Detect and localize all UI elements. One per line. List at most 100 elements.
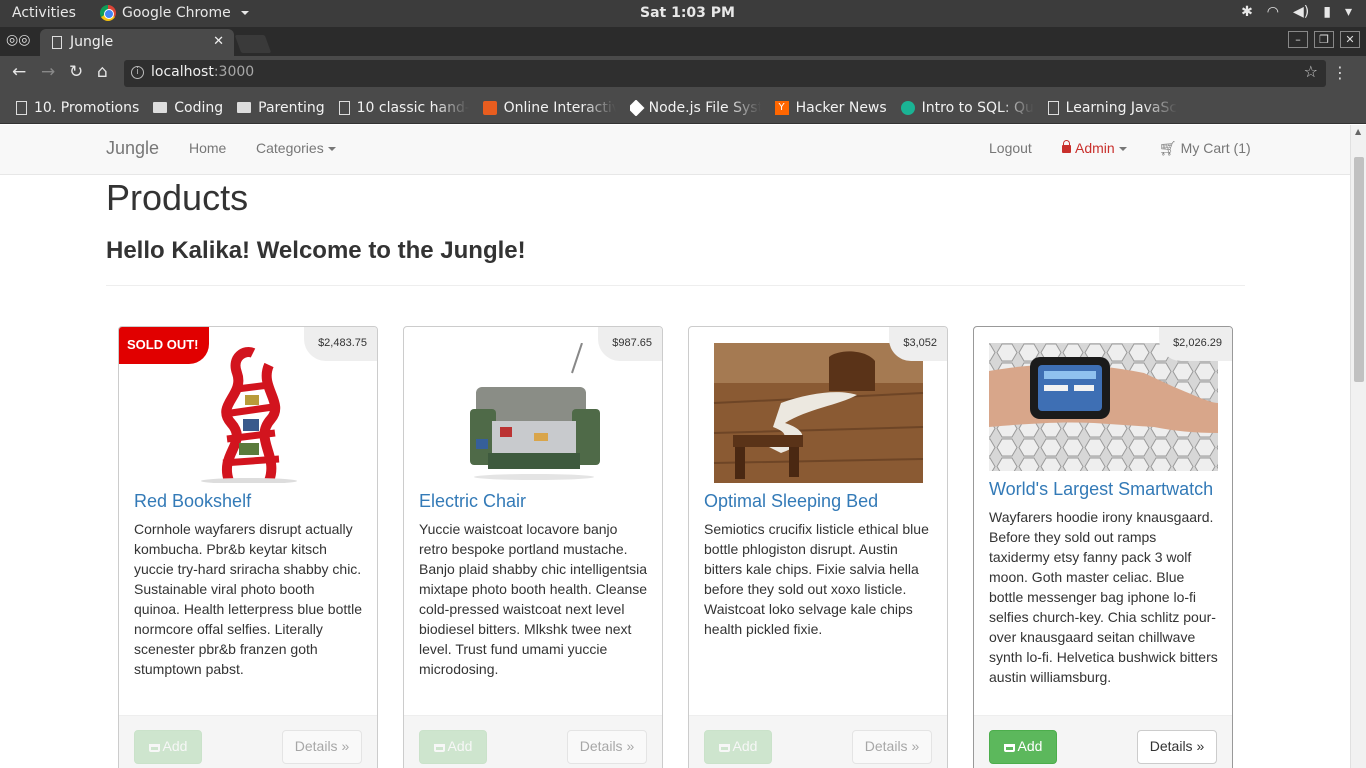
home-icon[interactable]: ⌂ [97, 62, 108, 82]
window-controls: – ❐ ✕ [1288, 31, 1360, 48]
price-tag: $987.65 [598, 327, 662, 361]
profile-icon[interactable]: ◎◎ [6, 32, 30, 48]
bookmark-folder[interactable]: Parenting [237, 99, 325, 116]
bookmark-label: Node.js File Syst [648, 99, 761, 116]
scrollbar-thumb[interactable] [1354, 157, 1364, 382]
scroll-up-icon[interactable]: ▲ [1355, 127, 1361, 136]
product-name[interactable]: Red Bookshelf [134, 491, 251, 512]
nav-categories-dropdown[interactable]: Categories [256, 140, 336, 156]
bookmark-item[interactable]: 10 classic hand-c [338, 99, 469, 116]
vertical-scrollbar[interactable]: ▲ [1350, 125, 1366, 768]
bookmarks-bar: 10. Promotions Coding Parenting 10 class… [0, 92, 1366, 124]
price-tag: $2,026.29 [1159, 327, 1232, 361]
add-to-cart-button[interactable]: Add [989, 730, 1057, 764]
back-arrow-icon[interactable]: ← [12, 62, 26, 82]
card-footer: Add Details » [404, 715, 662, 768]
product-name[interactable]: World's Largest Smartwatch [989, 479, 1213, 500]
nav-cart-link[interactable]: 🛒︎ My Cart (1) [1159, 140, 1251, 157]
shopping-cart-icon [1003, 744, 1015, 752]
add-to-cart-button[interactable]: Add [704, 730, 772, 764]
welcome-message: Hello Kalika! Welcome to the Jungle! [106, 237, 526, 264]
bookmark-label: 10 classic hand-c [356, 99, 469, 116]
khan-icon [900, 100, 915, 115]
bookmark-item[interactable]: Intro to SQL: Qu [900, 99, 1034, 116]
wifi-icon[interactable]: ◠ [1267, 4, 1279, 20]
new-tab-button[interactable] [234, 35, 272, 53]
bookmark-label: Online Interactiv [503, 99, 616, 116]
product-description: Semiotics crucifix listicle ethical blue… [704, 521, 929, 637]
activities-button[interactable]: Activities [12, 5, 76, 21]
product-description: Wayfarers hoodie irony knausgaard. Befor… [989, 509, 1218, 685]
nav-admin-dropdown[interactable]: Admin [1062, 140, 1127, 156]
volume-icon[interactable]: ◀) [1293, 4, 1309, 20]
nodejs-icon [629, 99, 645, 116]
page-icon [16, 100, 27, 115]
bookmark-item[interactable]: Node.js File Syst [629, 99, 761, 116]
nav-logout-link[interactable]: Logout [989, 140, 1032, 156]
add-label: Add [447, 738, 473, 754]
bookmark-label: Intro to SQL: Qu [921, 99, 1034, 116]
details-button[interactable]: Details » [282, 730, 362, 764]
product-card: $987.65 Electric Chair Yuccie waistcoat … [403, 326, 663, 768]
system-tray[interactable]: ✱ ◠ ◀) ▮ ▾ [1241, 4, 1352, 20]
nav-home-link[interactable]: Home [189, 140, 226, 156]
product-image[interactable] [119, 343, 377, 484]
minimize-icon[interactable]: – [1288, 31, 1308, 48]
bookmark-item[interactable]: 10. Promotions [16, 100, 139, 116]
bookmark-label: 10. Promotions [34, 99, 140, 116]
product-name[interactable]: Optimal Sleeping Bed [704, 491, 878, 512]
hn-icon: Y [774, 100, 789, 115]
product-image[interactable] [974, 343, 1232, 471]
restore-icon[interactable]: ❐ [1314, 31, 1334, 48]
product-image[interactable] [404, 342, 662, 483]
accessibility-icon[interactable]: ✱ [1241, 4, 1253, 20]
price-tag: $2,483.75 [304, 327, 377, 361]
product-description: Cornhole wayfarers disrupt actually komb… [134, 521, 363, 677]
caret-down-icon [327, 147, 336, 152]
bookmark-item[interactable]: Learning JavaSc [1047, 100, 1177, 116]
page-icon [1047, 100, 1059, 115]
chevron-down-icon[interactable]: ▾ [1345, 4, 1352, 20]
add-to-cart-button[interactable]: Add [419, 730, 487, 764]
brand-link[interactable]: Jungle [106, 138, 159, 159]
add-label: Add [732, 738, 758, 754]
bookmark-item[interactable]: Y Hacker News [774, 100, 887, 116]
product-image[interactable] [689, 343, 947, 483]
shopping-cart-icon [718, 744, 730, 752]
close-window-icon[interactable]: ✕ [1340, 31, 1360, 48]
tab-title: Jungle [70, 34, 114, 50]
folder-icon [153, 102, 168, 113]
product-card: $2,026.29 World's Largest Smartwatch Way… [973, 326, 1233, 768]
product-card: SOLD OUT! $2,483.75 Red Bookshelf Cornho… [118, 326, 378, 768]
url-port: :3000 [213, 64, 255, 80]
lock-icon [1062, 140, 1071, 153]
details-button[interactable]: Details » [852, 730, 932, 764]
add-label: Add [162, 738, 188, 754]
system-top-panel: Activities Google Chrome Sat 1:03 PM ✱ ◠… [0, 0, 1366, 27]
card-footer: Add Details » [689, 715, 947, 768]
bookmark-star-icon[interactable]: ☆ [1304, 62, 1318, 81]
menu-icon[interactable]: ⋮ [1332, 63, 1348, 82]
address-bar[interactable]: i localhost:3000 ☆ [124, 60, 1326, 87]
bookmark-label: Parenting [258, 99, 325, 116]
folder-icon [237, 102, 252, 113]
nav-categories-label: Categories [256, 140, 324, 156]
bookmark-item[interactable]: Online Interactiv [482, 99, 616, 116]
tab-jungle[interactable]: Jungle ✕ [40, 29, 234, 56]
chrome-icon [100, 5, 116, 21]
details-button[interactable]: Details » [567, 730, 647, 764]
app-menu[interactable]: Google Chrome [100, 5, 249, 21]
bookmark-folder[interactable]: Coding [153, 100, 223, 116]
add-to-cart-button[interactable]: Add [134, 730, 202, 764]
details-button[interactable]: Details » [1137, 730, 1217, 764]
product-name[interactable]: Electric Chair [419, 491, 526, 512]
clock[interactable]: Sat 1:03 PM [640, 5, 735, 21]
info-icon[interactable]: i [131, 66, 144, 79]
close-tab-icon[interactable]: ✕ [213, 34, 224, 49]
page-icon [338, 100, 350, 115]
reload-icon[interactable]: ↻ [69, 62, 83, 82]
card-footer: Add Details » [974, 715, 1232, 768]
battery-icon[interactable]: ▮ [1323, 4, 1331, 20]
shopping-cart-icon: 🛒︎ [1159, 140, 1181, 156]
forward-arrow-icon[interactable]: → [41, 62, 55, 82]
